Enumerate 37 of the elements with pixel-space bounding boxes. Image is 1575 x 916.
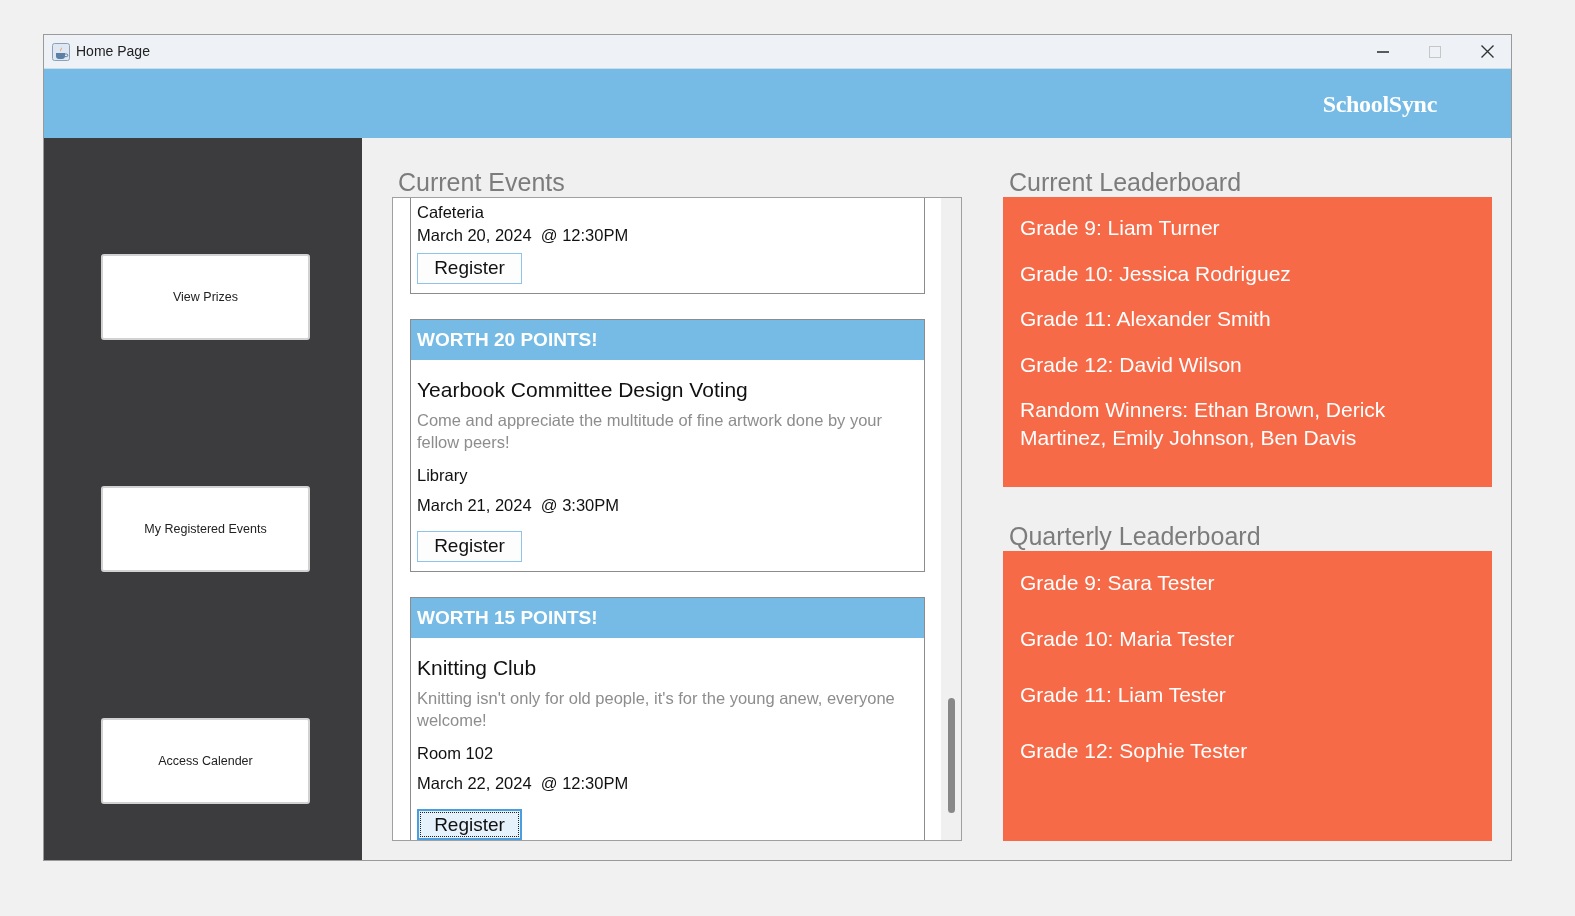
window-title: Home Page — [76, 42, 150, 61]
register-button[interactable]: Register — [417, 531, 522, 562]
points-banner: WORTH 20 POINTS! — [411, 320, 924, 360]
nav-button[interactable]: My Registered Events — [101, 486, 310, 572]
leaderboard-entry: Grade 9: Liam Turner — [1020, 215, 1221, 241]
close-icon[interactable] — [1481, 45, 1494, 58]
event-description: Knitting isn't only for old people, it's for the young anew, everyone welcome! — [417, 688, 896, 731]
leaderboard-entry: Grade 12: David Wilson — [1020, 351, 1243, 378]
leaderboard-entry: Random Winners: Ethan Brown, Derick Martinez, Emily Johnson, Ben Davis — [1020, 397, 1387, 451]
brand-name: SchoolSync — [1322, 89, 1437, 119]
event-date: March 22, 2024 @ 12:30PM — [417, 773, 630, 794]
leaderboard-entry: Grade 9: Sara Tester — [1020, 569, 1216, 596]
section-heading: Quarterly Leaderboard — [1009, 520, 1262, 551]
points-banner: WORTH 15 POINTS! — [411, 598, 924, 638]
leaderboard-entry: Grade 10: Jessica Rodriguez — [1020, 260, 1292, 287]
section-heading: Current Events — [398, 167, 566, 197]
leaderboard-entry: Grade 11: Liam Tester — [1020, 681, 1227, 708]
scrollbar-thumb[interactable] — [947, 698, 955, 813]
event-date: March 20, 2024 @ 12:30PM — [417, 225, 630, 245]
nav-button[interactable]: Access Calender — [101, 718, 310, 804]
event-location: Room 102 — [417, 743, 495, 764]
register-button[interactable]: Register — [417, 809, 522, 840]
event-title: Yearbook Committee Design Voting — [417, 379, 749, 401]
leaderboard-entry: Grade 12: Sophie Tester — [1020, 737, 1249, 764]
event-location: Library — [417, 465, 469, 486]
section-heading: Current Leaderboard — [1009, 167, 1243, 197]
minimize-icon[interactable] — [1377, 50, 1389, 53]
scrollbar[interactable] — [941, 198, 961, 840]
event-date: March 21, 2024 @ 3:30PM — [417, 495, 621, 516]
event-location: Cafeteria — [417, 202, 485, 222]
nav-button[interactable]: View Prizes — [101, 254, 310, 340]
register-button[interactable]: Register — [417, 253, 522, 284]
leaderboard-entry: Grade 10: Maria Tester — [1020, 625, 1236, 652]
event-title: Knitting Club — [417, 657, 538, 679]
leaderboard-entry: Grade 11: Alexander Smith — [1020, 306, 1272, 332]
event-description: Come and appreciate the multitude of fine artwork done by your fellow peers! — [417, 410, 883, 453]
cup-icon — [52, 42, 70, 61]
